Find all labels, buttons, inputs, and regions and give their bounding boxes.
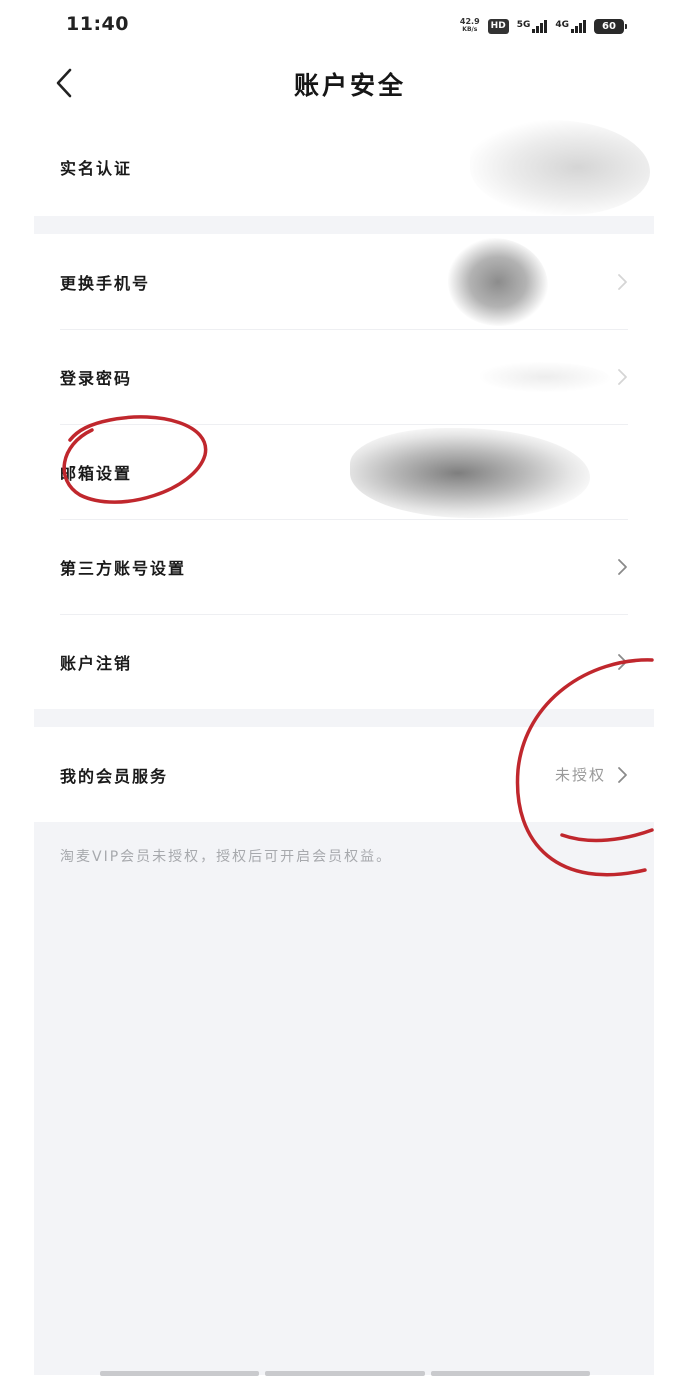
row-right [606,272,628,292]
settings-group-identity: 实名认证 [34,118,654,216]
network-speed: 42.9 KB/s [460,18,480,34]
row-email-settings[interactable]: 邮箱设置 [34,424,654,519]
row-third-party-accounts[interactable]: 第三方账号设置 [34,519,654,614]
battery-icon: 60 [594,18,627,34]
row-right [616,557,628,577]
chevron-right-icon [618,766,627,783]
section-divider [34,709,654,727]
hd-voice-icon: HD [487,18,509,34]
settings-group-account: 更换手机号 登录密码 邮箱设置 第三方账号设置 账户注销 [34,234,654,709]
row-real-name-verification[interactable]: 实名认证 [34,118,654,216]
row-right: 未授权 [555,764,628,785]
status-indicators: 42.9 KB/s HD 5G 4G 60 [460,15,627,37]
row-right [606,367,628,387]
network-speed-value: 42.9 [459,17,480,26]
settings-list: 实名认证 更换手机号 登录密码 邮箱设置 第三方账号设置 账户注销 我的会员服务… [34,118,654,1375]
battery-level: 60 [602,20,616,32]
row-right [616,652,628,672]
signal-4g-label: 4G [555,19,569,30]
row-label: 实名认证 [60,159,133,178]
phone-screen: 11:40 42.9 KB/s HD 5G 4G 60 账户安全 实名认证 更换… [0,0,700,1388]
chevron-right-icon [618,368,627,385]
status-bar: 11:40 42.9 KB/s HD 5G 4G 60 [0,0,700,52]
membership-status: 未授权 [554,766,606,784]
signal-4g-icon: 4G [555,19,586,33]
chevron-right-icon [618,558,627,575]
chevron-right-icon [618,653,627,670]
row-change-phone[interactable]: 更换手机号 [34,234,654,329]
row-login-password[interactable]: 登录密码 [34,329,654,424]
page-title: 账户安全 [293,71,406,100]
membership-note: 淘麦VIP会员未授权，授权后可开启会员权益。 [60,849,393,865]
row-label: 第三方账号设置 [60,558,187,578]
chevron-right-icon [618,273,627,290]
nav-header: 账户安全 [0,52,700,114]
row-label: 邮箱设置 [60,463,133,483]
section-divider [34,216,654,234]
row-account-deletion[interactable]: 账户注销 [34,614,654,709]
scroll-indicator [100,1371,590,1376]
row-label: 我的会员服务 [60,766,169,786]
row-label: 更换手机号 [60,273,151,293]
network-speed-unit: KB/s [462,26,478,33]
settings-group-membership: 我的会员服务 未授权 [34,727,654,822]
status-time: 11:40 [66,13,129,35]
row-label: 登录密码 [60,368,133,388]
row-membership-service[interactable]: 我的会员服务 未授权 [34,727,654,822]
signal-5g-label: 5G [516,19,531,30]
row-label: 账户注销 [60,653,133,673]
signal-5g-icon: 5G [516,19,548,33]
footer-area: 淘麦VIP会员未授权，授权后可开启会员权益。 [34,822,654,1375]
